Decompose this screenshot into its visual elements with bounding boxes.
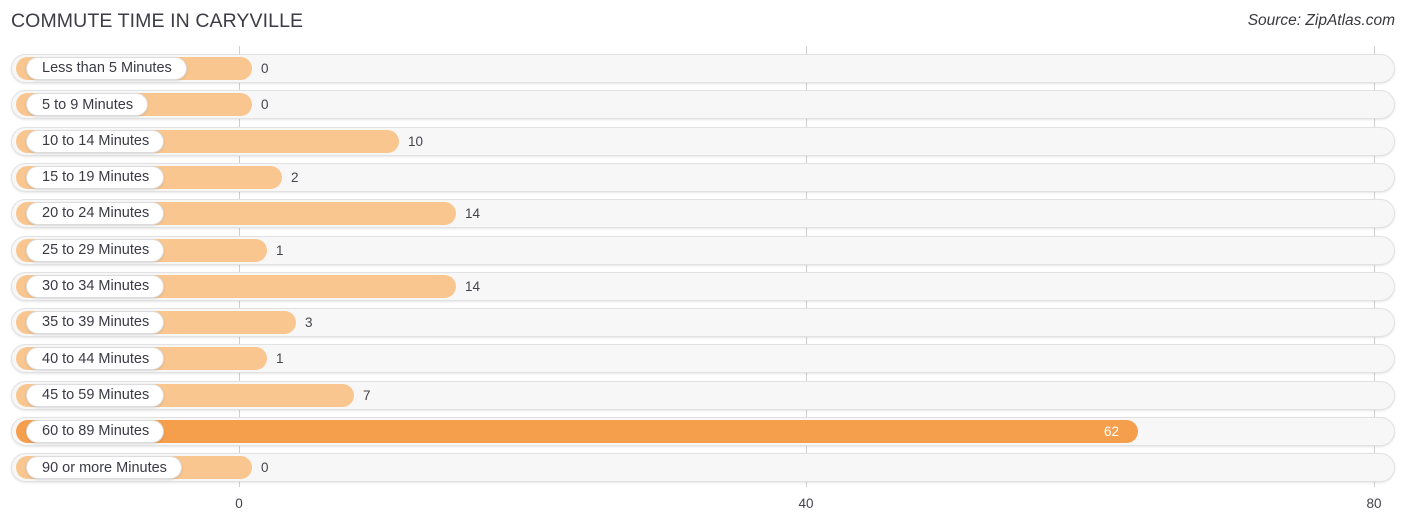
- x-axis-tick-label: 40: [798, 496, 814, 511]
- bar-row[interactable]: 60 to 89 Minutes 62: [11, 417, 1395, 446]
- bar-value-label: 14: [465, 206, 481, 222]
- bar-row[interactable]: 15 to 19 Minutes 2: [11, 162, 1395, 192]
- category-label-pill: 25 to 29 Minutes: [26, 238, 165, 262]
- bar[interactable]: [16, 420, 1138, 443]
- bar-value-label: 0: [261, 61, 269, 76]
- category-label-pill: 45 to 59 Minutes: [26, 383, 165, 407]
- x-axis: 0 40 80: [0, 487, 1406, 523]
- bar-value-label: 1: [276, 351, 284, 367]
- bar-row[interactable]: 90 or more Minutes 0: [11, 453, 1395, 483]
- bar-row[interactable]: 25 to 29 Minutes 1: [11, 235, 1395, 265]
- category-label: 45 to 59 Minutes: [42, 386, 150, 403]
- category-label-pill: 10 to 14 Minutes: [26, 129, 165, 153]
- category-label-pill: 30 to 34 Minutes: [26, 274, 165, 298]
- bar-row[interactable]: 45 to 59 Minutes 7: [11, 380, 1395, 410]
- category-label: 15 to 19 Minutes: [42, 169, 150, 186]
- chart-plot-area: Less than 5 Minutes 0 5 to 9 Minutes 0 10 to…: [0, 46, 1406, 523]
- bar-row[interactable]: 35 to 39 Minutes 3: [11, 308, 1395, 338]
- bar-rows: Less than 5 Minutes 0 5 to 9 Minutes 0 10 to…: [0, 46, 1406, 487]
- bar-value-label: 0: [261, 97, 269, 113]
- category-label-pill: 90 or more Minutes: [26, 456, 182, 480]
- x-axis-tick-label: 0: [235, 496, 243, 511]
- category-label: 40 to 44 Minutes: [42, 350, 150, 367]
- bar-value-label: 1: [276, 242, 284, 258]
- category-label-pill: 40 to 44 Minutes: [26, 347, 165, 371]
- category-label: 20 to 24 Minutes: [42, 205, 150, 222]
- bar-value-label: 10: [408, 133, 424, 149]
- category-label: 10 to 14 Minutes: [42, 132, 150, 149]
- chart-header: COMMUTE TIME IN CARYVILLE Source: ZipAtl…: [0, 0, 1406, 46]
- x-axis-tick-label: 80: [1366, 496, 1382, 511]
- category-label: 60 to 89 Minutes: [42, 423, 150, 440]
- bar-value-label: 0: [261, 460, 269, 476]
- category-label-pill: 15 to 19 Minutes: [26, 165, 165, 189]
- bar-value-label: 3: [305, 315, 313, 331]
- category-label: 90 or more Minutes: [42, 459, 167, 476]
- bar-value-label: 14: [465, 278, 481, 294]
- source-attribution: Source: ZipAtlas.com: [1247, 12, 1395, 29]
- category-label: 30 to 34 Minutes: [42, 278, 150, 295]
- bar-row[interactable]: Less than 5 Minutes 0: [11, 54, 1395, 83]
- category-label: 25 to 29 Minutes: [42, 241, 150, 258]
- category-label-pill: Less than 5 Minutes: [26, 57, 187, 80]
- category-label-pill: 5 to 9 Minutes: [26, 93, 149, 117]
- bar-row[interactable]: 30 to 34 Minutes 14: [11, 271, 1395, 301]
- category-label-pill: 20 to 24 Minutes: [26, 202, 165, 226]
- category-label-pill: 35 to 39 Minutes: [26, 311, 165, 335]
- bar-row[interactable]: 10 to 14 Minutes 10: [11, 126, 1395, 156]
- bar-value-label: 2: [291, 169, 299, 185]
- category-label: 5 to 9 Minutes: [42, 96, 134, 113]
- category-label-pill: 60 to 89 Minutes: [26, 420, 165, 443]
- bar-value-label: 62: [1104, 424, 1120, 439]
- bar-row[interactable]: 20 to 24 Minutes 14: [11, 199, 1395, 229]
- page-title: COMMUTE TIME IN CARYVILLE: [11, 10, 304, 32]
- bar-row[interactable]: 5 to 9 Minutes 0: [11, 90, 1395, 120]
- category-label: Less than 5 Minutes: [42, 60, 172, 77]
- category-label: 35 to 39 Minutes: [42, 314, 150, 331]
- bar-value-label: 7: [363, 387, 371, 403]
- bar-row[interactable]: 40 to 44 Minutes 1: [11, 344, 1395, 374]
